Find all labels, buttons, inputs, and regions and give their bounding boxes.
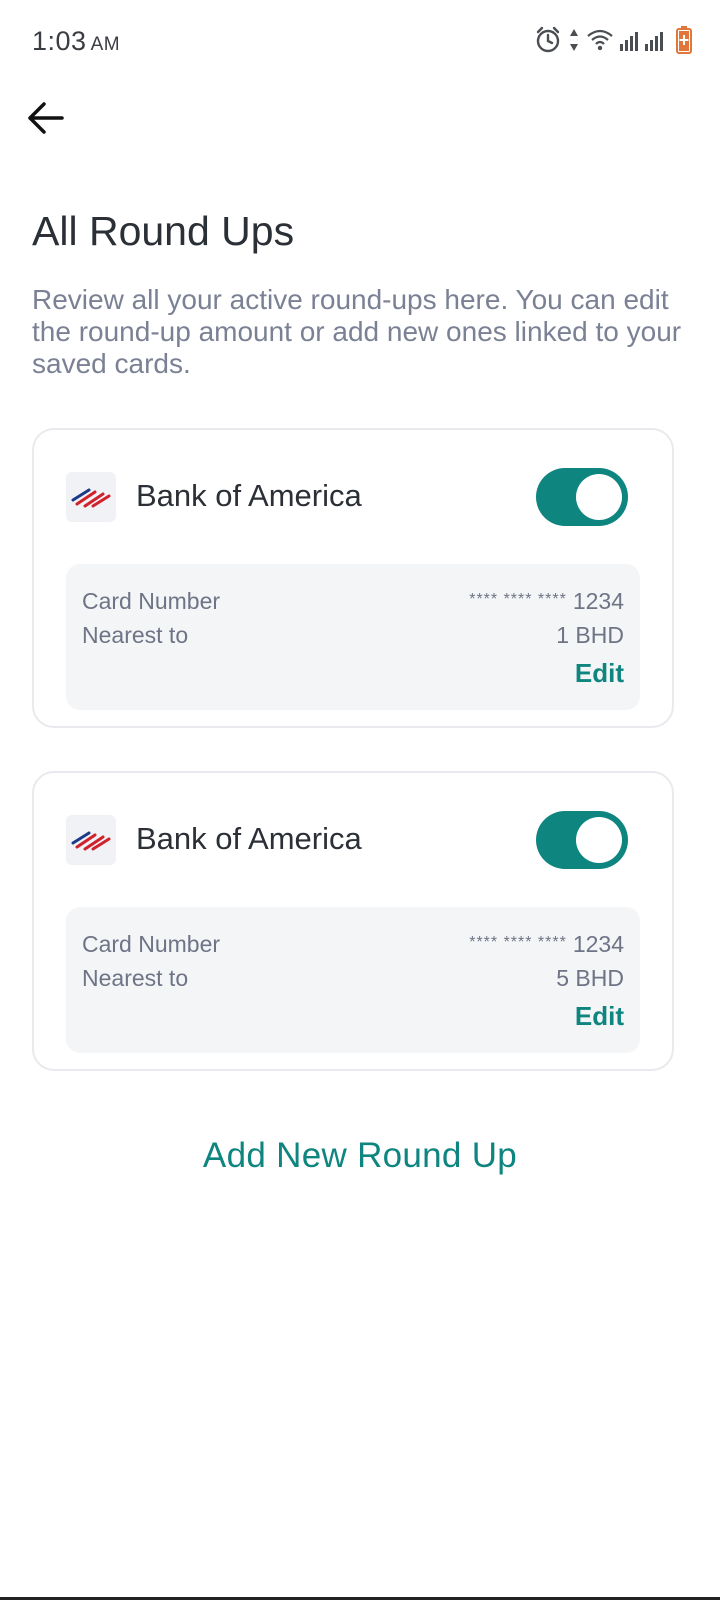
bank-of-america-logo — [66, 472, 116, 522]
nearest-to-value: 5 BHD — [556, 965, 624, 991]
card-details-panel: Card Number **** **** **** 1234 Nearest t… — [66, 907, 640, 1053]
round-up-toggle[interactable] — [536, 811, 628, 869]
page-title: All Round Ups — [32, 208, 295, 254]
data-arrows-icon — [570, 29, 578, 51]
battery-icon — [676, 26, 692, 54]
status-bar: 1:03 AM — [0, 0, 720, 80]
edit-button[interactable]: Edit — [575, 658, 624, 689]
round-up-toggle[interactable] — [536, 468, 628, 526]
status-time: 1:03 AM — [32, 26, 120, 57]
signal-icon — [620, 32, 663, 51]
card-mask: **** **** **** — [469, 934, 567, 951]
bank-name: Bank of America — [136, 478, 362, 513]
toggle-knob — [576, 474, 622, 520]
card-number-value: **** **** **** 1234 — [469, 588, 624, 615]
card-header: Bank of America — [66, 468, 628, 528]
card-header: Bank of America — [66, 811, 628, 871]
card-last4: 1234 — [572, 588, 624, 614]
alarm-icon — [536, 26, 560, 53]
card-number-value: **** **** **** 1234 — [469, 931, 624, 958]
round-up-card: Bank of America Card Number **** **** **… — [32, 771, 674, 1071]
card-last4: 1234 — [572, 931, 624, 957]
status-icons — [534, 26, 692, 54]
nearest-to-row: Nearest to 5 BHD — [82, 965, 624, 995]
card-number-label: Card Number — [82, 588, 221, 614]
card-mask: **** **** **** — [469, 591, 567, 608]
nearest-to-label: Nearest to — [82, 965, 189, 991]
nearest-to-value: 1 BHD — [556, 622, 624, 648]
round-up-card: Bank of America Card Number **** **** **… — [32, 428, 674, 728]
add-new-round-up-button[interactable]: Add New Round Up — [0, 1136, 720, 1176]
wifi-icon — [587, 29, 613, 51]
toggle-knob — [576, 817, 622, 863]
card-number-row: Card Number **** **** **** 1234 — [82, 931, 624, 961]
card-details-panel: Card Number **** **** **** 1234 Nearest t… — [66, 564, 640, 710]
nearest-to-label: Nearest to — [82, 622, 189, 648]
nearest-to-row: Nearest to 1 BHD — [82, 622, 624, 652]
card-number-row: Card Number **** **** **** 1234 — [82, 588, 624, 618]
page-description: Review all your active round-ups here. Y… — [32, 284, 682, 379]
back-arrow-icon — [28, 102, 64, 134]
status-time-value: 1:03 — [32, 26, 87, 56]
card-number-label: Card Number — [82, 931, 221, 957]
bank-name: Bank of America — [136, 821, 362, 856]
bank-of-america-logo — [66, 815, 116, 865]
status-ampm: AM — [90, 34, 121, 55]
back-button[interactable] — [24, 96, 68, 140]
edit-button[interactable]: Edit — [575, 1001, 624, 1032]
